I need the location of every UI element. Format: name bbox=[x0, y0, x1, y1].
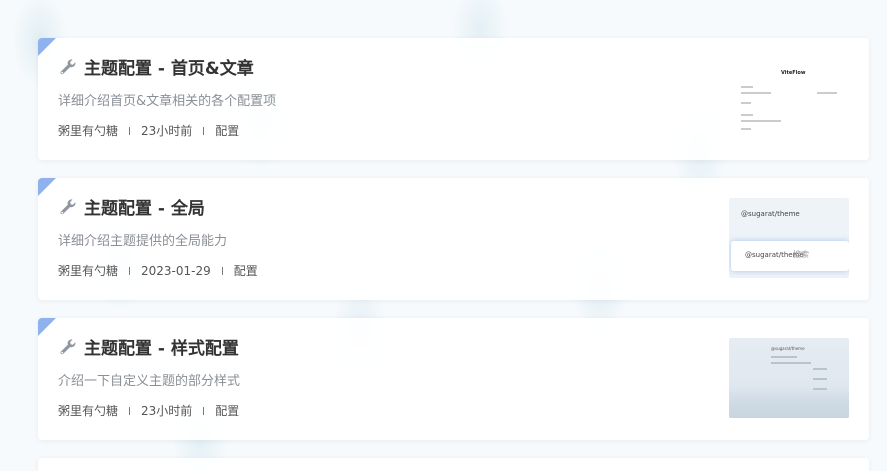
post-title-row[interactable]: 主题配置 - 首页&文章 bbox=[58, 54, 254, 79]
thumbnail-line bbox=[771, 356, 797, 358]
post-thumbnail[interactable]: @sugarat/theme @sugarat/theme 搜索 bbox=[729, 198, 849, 278]
post-time: 23小时前 bbox=[141, 404, 193, 418]
post-card[interactable]: 主题配置 - 全局 详细介绍主题提供的全局能力 粥里有勺糖 2023-01-29… bbox=[38, 178, 869, 300]
meta-divider bbox=[221, 266, 223, 275]
post-title-row[interactable]: 主题配置 - 样式配置 bbox=[58, 334, 239, 359]
card-corner-ribbon bbox=[38, 318, 56, 336]
post-time: 23小时前 bbox=[141, 124, 193, 138]
thumbnail-text: @sugarat/theme bbox=[741, 210, 800, 218]
post-author[interactable]: 粥里有勺糖 bbox=[58, 402, 118, 419]
thumbnail-line bbox=[813, 378, 827, 380]
post-time: 2023-01-29 bbox=[141, 263, 211, 278]
thumbnail-line bbox=[741, 114, 753, 116]
post-card[interactable]: 主题配置 - 首页&文章 详细介绍首页&文章相关的各个配置项 粥里有勺糖 23小… bbox=[38, 38, 869, 160]
meta-divider bbox=[203, 406, 205, 415]
post-card[interactable] bbox=[38, 458, 869, 471]
thumbnail-brand: @sugarat/theme bbox=[771, 346, 805, 351]
post-description: 详细介绍主题提供的全局能力 bbox=[58, 234, 228, 249]
wrench-icon bbox=[60, 338, 76, 354]
thumbnail-brand: ViteFlow bbox=[781, 70, 806, 76]
wrench-icon bbox=[60, 58, 76, 74]
post-tag[interactable]: 配置 bbox=[234, 262, 258, 279]
post-meta: 粥里有勺糖 2023-01-29 配置 bbox=[58, 262, 258, 279]
thumbnail-line bbox=[741, 86, 753, 88]
thumbnail-line bbox=[813, 368, 827, 370]
post-title[interactable]: 主题配置 - 样式配置 bbox=[84, 334, 239, 359]
thumbnail-search-label: 搜索 bbox=[793, 250, 809, 259]
post-author[interactable]: 粥里有勺糖 bbox=[58, 262, 118, 279]
card-corner-ribbon bbox=[38, 178, 56, 196]
post-thumbnail[interactable]: ViteFlow bbox=[729, 58, 849, 138]
post-tag[interactable]: 配置 bbox=[215, 122, 239, 139]
thumbnail-line bbox=[741, 92, 771, 94]
post-card[interactable]: 主题配置 - 样式配置 介绍一下自定义主题的部分样式 粥里有勺糖 23小时前 配… bbox=[38, 318, 869, 440]
post-description: 详细介绍首页&文章相关的各个配置项 bbox=[58, 94, 277, 109]
thumbnail-line bbox=[741, 120, 781, 122]
post-title[interactable]: 主题配置 - 首页&文章 bbox=[84, 54, 254, 79]
thumbnail-mountains bbox=[729, 388, 849, 418]
thumbnail-line bbox=[817, 92, 837, 94]
post-description: 介绍一下自定义主题的部分样式 bbox=[58, 374, 241, 389]
thumbnail-line bbox=[741, 128, 751, 130]
post-meta: 粥里有勺糖 23小时前 配置 bbox=[58, 402, 239, 419]
meta-divider bbox=[129, 126, 131, 135]
post-title[interactable]: 主题配置 - 全局 bbox=[84, 194, 205, 219]
post-tag[interactable]: 配置 bbox=[215, 402, 239, 419]
post-author[interactable]: 粥里有勺糖 bbox=[58, 122, 118, 139]
post-list: 主题配置 - 首页&文章 详细介绍首页&文章相关的各个配置项 粥里有勺糖 23小… bbox=[0, 0, 887, 471]
meta-divider bbox=[129, 406, 131, 415]
thumbnail-line bbox=[741, 102, 751, 104]
thumbnail-line bbox=[771, 362, 811, 364]
card-corner-ribbon bbox=[38, 38, 56, 56]
meta-divider bbox=[129, 266, 131, 275]
post-meta: 粥里有勺糖 23小时前 配置 bbox=[58, 122, 239, 139]
wrench-icon bbox=[60, 198, 76, 214]
post-thumbnail[interactable]: @sugarat/theme bbox=[729, 338, 849, 418]
meta-divider bbox=[203, 126, 205, 135]
post-title-row[interactable]: 主题配置 - 全局 bbox=[58, 194, 205, 219]
